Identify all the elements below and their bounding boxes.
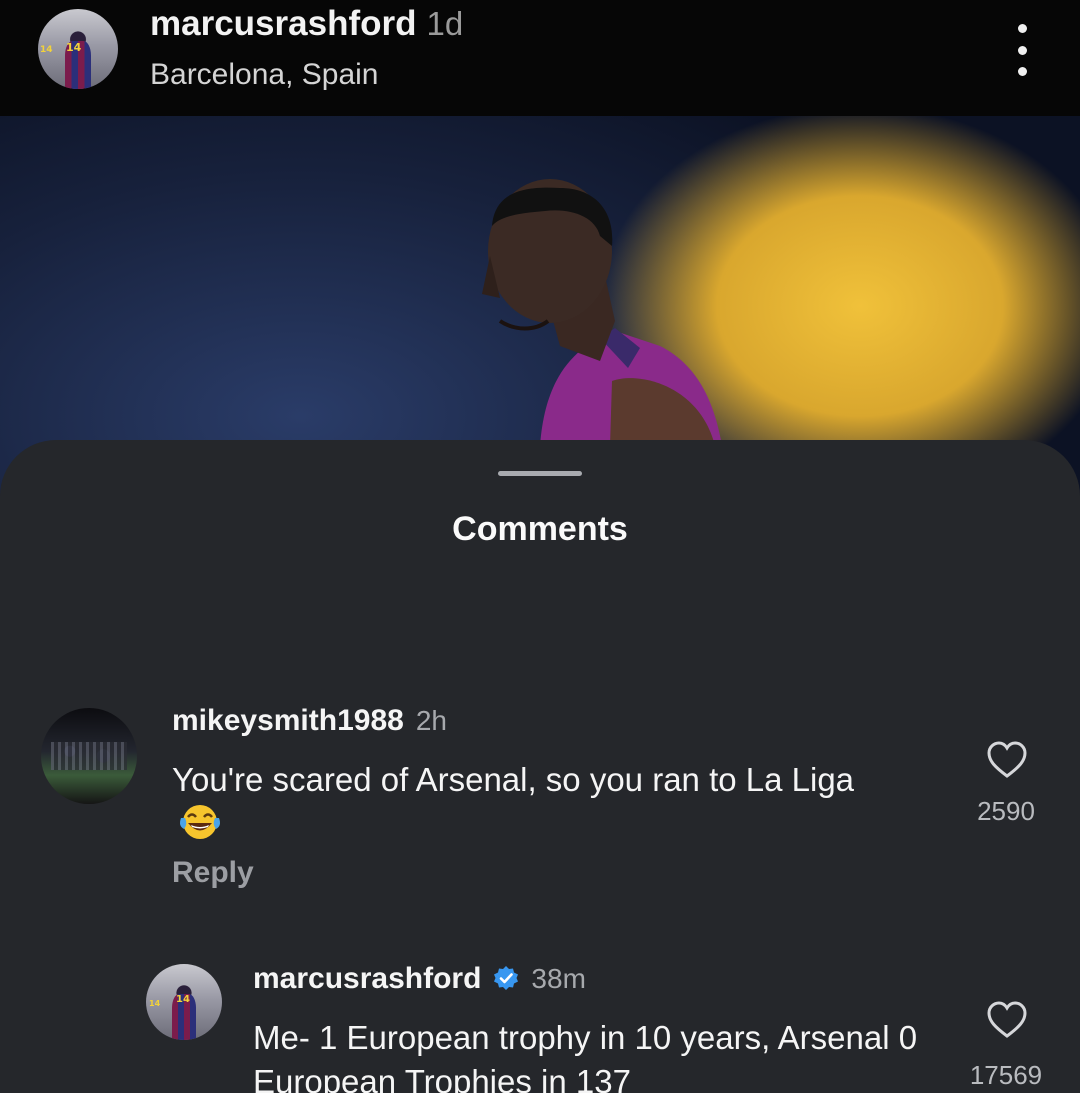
post-author[interactable]: marcusrashford 1d — [150, 4, 463, 44]
post-location[interactable]: Barcelona, Spain — [150, 58, 379, 92]
avatar-stadium-crowd — [50, 741, 128, 771]
avatar-jersey-number-secondary: 14 — [40, 45, 53, 55]
more-vertical-icon — [1017, 24, 1027, 33]
post-header: 14 14 marcusrashford 1d Barcelona, Spain — [0, 0, 1080, 116]
comment-text: You're scared of Arsenal, so you ran to … — [172, 758, 892, 847]
commenter-avatar[interactable]: 14 14 — [146, 964, 222, 1040]
avatar-jersey-number: 14 — [176, 994, 190, 1005]
more-options-button[interactable] — [1002, 24, 1042, 76]
more-vertical-icon-dot — [1017, 45, 1027, 55]
comment-username[interactable]: mikeysmith1988 — [172, 704, 404, 737]
comments-sheet: Comments mikeysmith1988 2h You're scared … — [0, 440, 1080, 1093]
reply-button[interactable]: Reply — [172, 856, 254, 890]
comment-text: Me- 1 European trophy in 10 years, Arsen… — [253, 1019, 918, 1093]
avatar-jersey-number: 14 — [66, 41, 82, 54]
comment-username[interactable]: marcusrashford — [253, 962, 481, 995]
heart-outline-icon[interactable] — [985, 740, 1029, 780]
instagram-post-screen: 14 14 marcusrashford 1d Barcelona, Spain … — [0, 0, 1080, 1093]
face-with-tears-of-joy-icon — [180, 805, 220, 839]
comment-timestamp: 2h — [415, 705, 447, 736]
sheet-title: Comments — [452, 510, 628, 548]
post-author-username[interactable]: marcusrashford — [150, 4, 416, 43]
comment-timestamp: 38m — [531, 963, 586, 994]
comment-author: marcusrashford 38m — [253, 962, 586, 996]
post-author-avatar[interactable]: 14 14 — [38, 9, 118, 89]
like-count: 2590 — [977, 796, 1035, 826]
avatar-jersey-number-secondary: 14 — [149, 999, 161, 1008]
comment-text-content: You're scared of Arsenal, so you ran to … — [172, 761, 855, 798]
comment-author: mikeysmith1988 2h — [172, 704, 447, 738]
like-count: 17569 — [969, 1060, 1043, 1090]
heart-outline-icon[interactable] — [985, 1000, 1029, 1040]
sheet-drag-handle[interactable] — [498, 471, 582, 476]
verified-badge-icon — [494, 966, 519, 990]
more-vertical-icon-dot — [1017, 67, 1027, 76]
commenter-avatar[interactable] — [41, 708, 137, 804]
post-timestamp: 1d — [426, 5, 464, 42]
